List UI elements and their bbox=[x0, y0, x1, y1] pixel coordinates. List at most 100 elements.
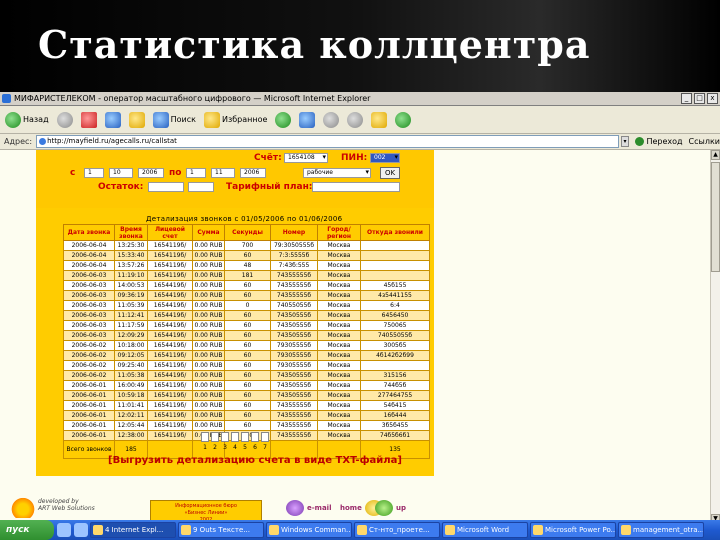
taskbar-task[interactable]: Microsoft Power Po... bbox=[530, 522, 616, 538]
refresh-button[interactable] bbox=[102, 109, 124, 131]
ie-icon bbox=[2, 94, 11, 103]
table-cell: 3б5б455 bbox=[360, 420, 430, 431]
home-icon bbox=[128, 111, 145, 128]
table-cell: 1654119б/ bbox=[147, 420, 193, 431]
table-cell: 2006-06-02 bbox=[63, 370, 115, 381]
taskbar-task[interactable]: management_otra... bbox=[618, 522, 704, 538]
table-cell: Москва bbox=[317, 250, 361, 261]
table-cell: 277464755 bbox=[360, 390, 430, 401]
table-cell: 2006-06-03 bbox=[63, 330, 115, 341]
table-cell: 14:00:53 bbox=[114, 280, 148, 291]
table-cell: Москва bbox=[317, 430, 361, 441]
close-button[interactable]: x bbox=[707, 93, 718, 104]
address-dropdown[interactable]: ▾ bbox=[620, 136, 630, 147]
quicklaunch-desktop-icon[interactable] bbox=[74, 523, 88, 537]
pager-box[interactable] bbox=[221, 432, 229, 442]
search-button[interactable]: Поиск bbox=[150, 109, 199, 131]
start-button[interactable]: пуск bbox=[0, 520, 54, 540]
to-day-input[interactable]: 1 bbox=[186, 168, 206, 178]
links-label[interactable]: Ссылки bbox=[683, 137, 720, 146]
go-button[interactable]: Переход bbox=[629, 137, 682, 146]
table-cell: 74350555б bbox=[270, 380, 318, 391]
table-cell: 74350555б bbox=[270, 370, 318, 381]
taskbar-task[interactable]: Microsoft Word bbox=[442, 522, 528, 538]
from-label: с bbox=[70, 168, 76, 178]
table-cell: 09:36:19 bbox=[114, 290, 148, 301]
taskbar-task[interactable]: Ст-нто_проете... bbox=[354, 522, 440, 538]
table-cell: 0.00 RUB bbox=[192, 300, 225, 311]
edit-button[interactable] bbox=[344, 109, 366, 131]
print-button[interactable] bbox=[320, 109, 342, 131]
maximize-button[interactable]: □ bbox=[694, 93, 705, 104]
table-cell: 60 bbox=[224, 290, 271, 301]
stats-panel: Счёт: 1654108 ПИН: 002 с 1 10 2006 по 1 … bbox=[36, 150, 434, 476]
period-select[interactable]: рабочие bbox=[303, 168, 371, 178]
table-cell: 0.00 RUB bbox=[192, 420, 225, 431]
minimize-button[interactable]: _ bbox=[681, 93, 692, 104]
page-number[interactable]: 1 bbox=[201, 444, 209, 451]
table-cell: Москва bbox=[317, 390, 361, 401]
table-cell: 09:25:40 bbox=[114, 360, 148, 371]
back-button[interactable]: Назад bbox=[2, 109, 52, 131]
pin-label: ПИН: bbox=[341, 153, 368, 163]
balance-currency-field bbox=[188, 182, 214, 192]
table-cell: Москва bbox=[317, 290, 361, 301]
home-button[interactable] bbox=[126, 109, 148, 131]
table-cell: 0.00 RUB bbox=[192, 350, 225, 361]
export-txt-link[interactable]: [Выгрузить детализацию счета в виде TXT-… bbox=[108, 455, 402, 466]
pager-box[interactable] bbox=[261, 432, 269, 442]
up-link[interactable]: up bbox=[375, 500, 406, 516]
browser-window: МИФАРИСТЕЛЕКОМ - оператор масштабного ци… bbox=[0, 92, 720, 540]
from-month-input[interactable]: 10 bbox=[109, 168, 133, 178]
page-number[interactable]: 3 bbox=[221, 444, 229, 451]
to-year-input[interactable]: 2006 bbox=[240, 168, 266, 178]
address-input[interactable]: http://mayfield.ru/agecalls.ru/callstat bbox=[36, 135, 619, 148]
quicklaunch-ie-icon[interactable] bbox=[57, 523, 71, 537]
messenger-button[interactable] bbox=[392, 109, 414, 131]
scroll-up-arrow-icon[interactable]: ▲ bbox=[711, 150, 720, 160]
pager-box[interactable] bbox=[211, 432, 219, 442]
forward-button[interactable] bbox=[54, 109, 76, 131]
page-number[interactable]: 6 bbox=[251, 444, 259, 451]
mail-button[interactable] bbox=[296, 109, 318, 131]
developer-credit[interactable]: developed by ART Web Solutions bbox=[38, 498, 95, 512]
table-cell: 2006-06-04 bbox=[63, 250, 115, 261]
table-cell: 74355555б bbox=[270, 420, 318, 431]
account-select[interactable]: 1654108 bbox=[284, 153, 328, 163]
pager-box[interactable] bbox=[251, 432, 259, 442]
pin-select[interactable]: 002 bbox=[370, 153, 400, 163]
scroll-thumb[interactable] bbox=[711, 162, 720, 272]
table-cell: 0.00 RUB bbox=[192, 370, 225, 381]
vertical-scrollbar[interactable]: ▲ ▼ bbox=[710, 150, 720, 524]
from-year-input[interactable]: 2006 bbox=[138, 168, 164, 178]
to-month-input[interactable]: 11 bbox=[211, 168, 235, 178]
table-row: 2006-06-04 15:33:40 1654119б/0.00 RUB 60 7:3… bbox=[63, 250, 430, 261]
address-label: Адрес: bbox=[4, 137, 33, 146]
pager-box[interactable] bbox=[201, 432, 209, 442]
email-link[interactable]: e-mail bbox=[286, 500, 331, 516]
table-cell: 13:57:26 bbox=[114, 260, 148, 271]
favorites-button[interactable]: Избранное bbox=[201, 109, 270, 131]
page-number[interactable]: 4 bbox=[231, 444, 239, 451]
page-number[interactable]: 7 bbox=[261, 444, 269, 451]
table-cell: 1654119б/ bbox=[147, 250, 193, 261]
forward-arrow-icon bbox=[56, 111, 73, 128]
folder-button[interactable] bbox=[368, 109, 390, 131]
table-cell: Москва bbox=[317, 350, 361, 361]
taskbar-task[interactable]: 4 Internet Expl... bbox=[90, 522, 176, 538]
ok-button[interactable]: OK bbox=[380, 167, 400, 179]
windows-taskbar: пуск 4 Internet Expl... 9 Outs Тексте... W… bbox=[0, 520, 720, 540]
stop-button[interactable] bbox=[78, 109, 100, 131]
from-day-input[interactable]: 1 bbox=[84, 168, 104, 178]
pager-box[interactable] bbox=[231, 432, 239, 442]
tariff-field bbox=[312, 182, 400, 192]
table-row: 2006-06-03 11:19:10 1654119б/0.00 RUB 181 74… bbox=[63, 270, 430, 281]
page-number[interactable]: 2 bbox=[211, 444, 219, 451]
history-button[interactable] bbox=[272, 109, 294, 131]
taskbar-task[interactable]: Windows Comman... bbox=[266, 522, 352, 538]
up-label: up bbox=[396, 504, 406, 512]
table-cell: 7:43б:555 bbox=[270, 260, 318, 271]
pager-box[interactable] bbox=[241, 432, 249, 442]
taskbar-task[interactable]: 9 Outs Тексте... bbox=[178, 522, 264, 538]
page-number[interactable]: 5 bbox=[241, 444, 249, 451]
